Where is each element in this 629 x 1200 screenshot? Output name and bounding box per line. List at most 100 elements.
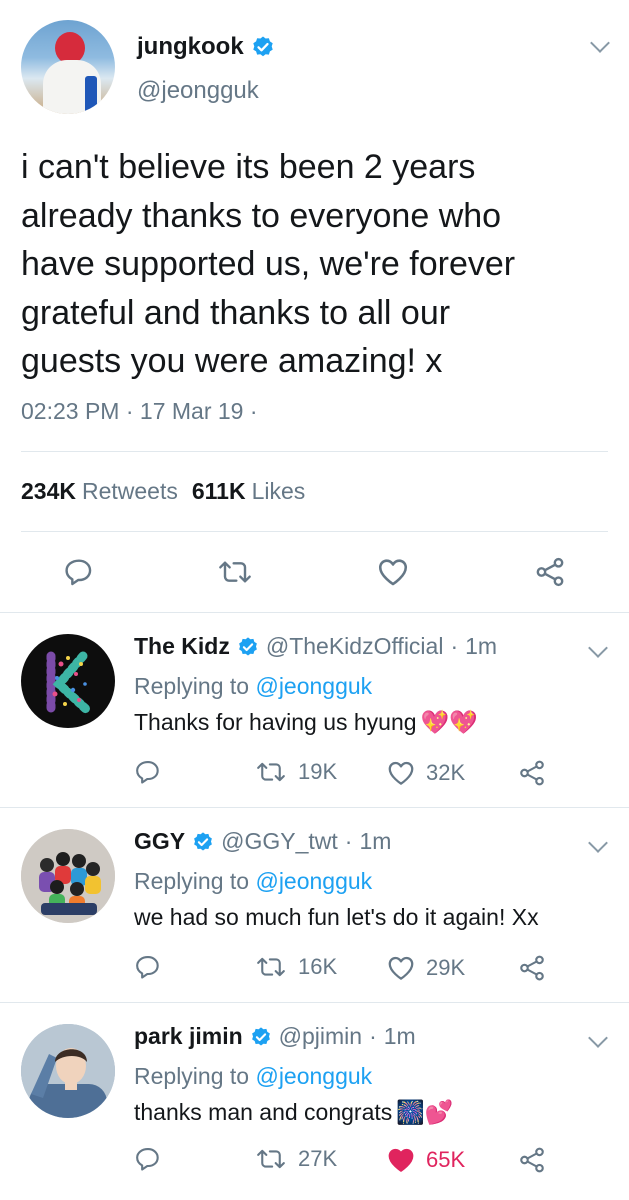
reply-icon: [136, 1148, 159, 1171]
avatar[interactable]: [21, 1024, 115, 1118]
replying-prefix: Replying to: [134, 1063, 250, 1089]
reply-time[interactable]: 1m: [384, 1023, 416, 1050]
tweet-text-line: grateful and thanks to all our: [21, 293, 451, 332]
reply-icon: [65, 559, 92, 586]
author-handle[interactable]: @jeongguk: [137, 77, 259, 105]
share-button[interactable]: [517, 1145, 547, 1175]
share-icon: [520, 760, 544, 786]
like-icon: [388, 761, 414, 785]
retweet-count: 19K: [298, 759, 338, 784]
retweet-button[interactable]: 19K: [254, 758, 337, 786]
chevron-down-icon[interactable]: [588, 1028, 608, 1048]
verified-icon: [252, 36, 273, 57]
retweet-button[interactable]: 16K: [254, 953, 337, 981]
likes-label: Likes: [251, 478, 306, 504]
author-name-row[interactable]: jungkook: [137, 33, 275, 61]
retweet-count: 16K: [298, 954, 338, 979]
divider: [21, 531, 608, 532]
reply-text-content: thanks man and congrats: [134, 1099, 393, 1125]
author-name[interactable]: GGY: [134, 828, 185, 855]
replying-to-link[interactable]: @jeongguk: [255, 673, 372, 699]
replying-to-link[interactable]: @jeongguk: [255, 1063, 372, 1089]
tweet-date: 17 Mar 19: [139, 398, 244, 424]
retweets-stat[interactable]: 234K Retweets: [21, 478, 178, 505]
reply-text: we had so much fun let's do it again! Xx: [134, 904, 539, 931]
emoji: 💖💖: [420, 709, 478, 735]
author-handle[interactable]: @pjimin: [279, 1023, 362, 1050]
share-button[interactable]: [517, 758, 547, 788]
avatar[interactable]: [21, 634, 115, 728]
replying-to: Replying to @jeongguk: [134, 673, 372, 700]
author-name[interactable]: jungkook: [137, 33, 244, 61]
reply-time[interactable]: 1m: [359, 828, 391, 855]
share-button[interactable]: [533, 555, 567, 589]
retweet-icon: [257, 957, 285, 977]
reply-header: The Kidz @TheKidzOfficial · 1m: [134, 633, 497, 660]
author-name[interactable]: park jimin: [134, 1023, 243, 1050]
author-handle[interactable]: @GGY_twt: [221, 828, 338, 855]
divider: [21, 451, 608, 452]
tweet-text-line: already thanks to everyone who: [21, 196, 502, 235]
share-icon: [536, 557, 564, 587]
chevron-down-icon[interactable]: [588, 833, 608, 853]
separator-dot: ·: [450, 633, 459, 659]
retweet-button[interactable]: 27K: [254, 1145, 337, 1173]
chevron-down-icon[interactable]: [588, 638, 608, 658]
separator-dot: ·: [249, 398, 258, 424]
replying-to: Replying to @jeongguk: [134, 1063, 372, 1090]
reply-text-content: Thanks for having us hyung: [134, 709, 417, 735]
like-button[interactable]: 65K: [386, 1145, 465, 1175]
avatar-image: [46, 651, 92, 717]
reply-button[interactable]: [134, 1145, 162, 1173]
like-icon: [388, 956, 414, 980]
tweet-time: 02:23 PM: [21, 398, 120, 424]
share-icon: [520, 955, 544, 981]
avatar-image: [21, 829, 115, 923]
reply-text-content: we had so much fun let's do it again! Xx: [134, 904, 539, 930]
reply-icon: [136, 761, 159, 784]
like-icon: [378, 559, 408, 586]
author-name[interactable]: The Kidz: [134, 633, 230, 660]
reply-actions: 19K 32K: [134, 758, 574, 788]
emoji: 🎆💕: [396, 1099, 454, 1125]
retweets-count: 234K: [21, 478, 76, 504]
like-button[interactable]: 32K: [386, 758, 465, 788]
retweet-icon: [219, 561, 251, 583]
tweet-text: i can't believe its been 2 years already…: [21, 143, 611, 386]
likes-stat[interactable]: 611K Likes: [192, 478, 305, 505]
reply-tweet[interactable]: The Kidz @TheKidzOfficial · 1m Replying …: [0, 613, 629, 807]
avatar[interactable]: [21, 20, 115, 114]
retweets-label: Retweets: [81, 478, 178, 504]
reply-button[interactable]: [63, 556, 95, 588]
reply-button[interactable]: [134, 758, 162, 786]
reply-tweet[interactable]: GGY @GGY_twt · 1m Replying to @jeongguk …: [0, 808, 629, 1002]
replying-prefix: Replying to: [134, 673, 250, 699]
tweet-text-line: guests you were amazing! x: [21, 342, 443, 380]
reply-button[interactable]: [134, 953, 162, 981]
like-count: 65K: [426, 1147, 466, 1172]
verified-icon: [238, 636, 257, 656]
like-button[interactable]: [376, 555, 410, 589]
avatar[interactable]: [21, 829, 115, 923]
share-button[interactable]: [517, 953, 547, 983]
tweet-text-line: i can't believe its been 2 years: [21, 148, 476, 186]
replying-to: Replying to @jeongguk: [134, 868, 372, 895]
chevron-down-icon[interactable]: [590, 33, 610, 53]
reply-tweet[interactable]: park jimin @pjimin · 1m Replying to @jeo…: [0, 1003, 629, 1200]
avatar-image: [21, 1024, 115, 1118]
reply-time[interactable]: 1m: [465, 633, 497, 660]
reply-header: park jimin @pjimin · 1m: [134, 1023, 416, 1050]
replying-to-link[interactable]: @jeongguk: [255, 868, 372, 894]
author-handle[interactable]: @TheKidzOfficial: [266, 633, 444, 660]
share-icon: [520, 1147, 544, 1173]
reply-text: thanks man and congrats 🎆💕: [134, 1099, 454, 1126]
likes-count: 611K: [191, 478, 246, 504]
retweet-button[interactable]: [216, 556, 254, 588]
retweet-count: 27K: [298, 1146, 338, 1171]
reply-header: GGY @GGY_twt · 1m: [134, 828, 391, 855]
tweet-stats: 234K Retweets 611K Likes: [21, 478, 305, 505]
tweet-timestamp[interactable]: 02:23 PM · 17 Mar 19 ·: [21, 398, 258, 425]
reply-text: Thanks for having us hyung 💖💖: [134, 709, 478, 736]
reply-actions: 16K 29K: [134, 953, 574, 983]
like-button[interactable]: 29K: [386, 953, 465, 983]
